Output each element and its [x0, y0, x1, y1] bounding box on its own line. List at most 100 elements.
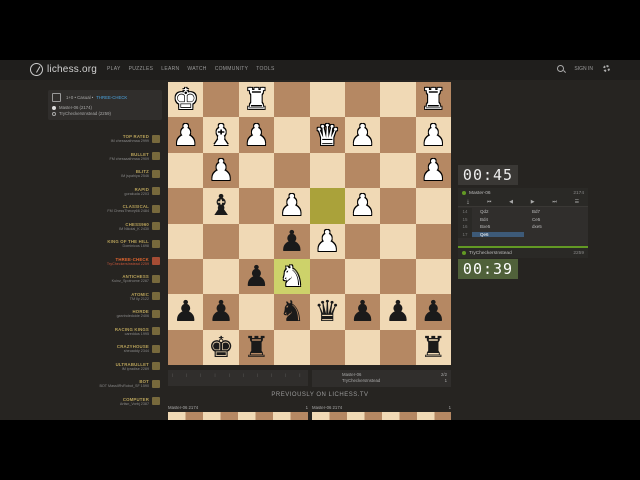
square-f2[interactable]: ♟	[344, 294, 381, 330]
white-pawn-icon[interactable]: ♟	[243, 120, 269, 150]
square-h1[interactable]: ♜	[415, 329, 451, 365]
black-move[interactable]: Bd7	[524, 209, 576, 214]
white-move[interactable]: Bd4	[472, 217, 524, 222]
tv-game-2-header[interactable]: Master-06 2174 1	[312, 405, 451, 410]
channel-racing-kings[interactable]: RACING KINGS careddus 1995	[86, 323, 160, 341]
square-h3[interactable]	[415, 258, 451, 295]
black-pawn-icon[interactable]: ♟	[243, 262, 269, 291]
white-pawn-icon[interactable]: ♟	[279, 191, 305, 220]
black-player-info[interactable]: TryCheckersInstead (2259)	[52, 111, 158, 116]
square-h5[interactable]	[415, 188, 451, 224]
square-h7[interactable]: ♟	[415, 117, 451, 153]
white-knight-icon[interactable]: ♞	[279, 262, 305, 291]
square-d3[interactable]: ♞	[274, 258, 310, 295]
channel-blitz[interactable]: BLITZ IM jspahiya 2546	[86, 165, 160, 183]
square-e1[interactable]	[309, 329, 345, 365]
square-a3[interactable]	[168, 258, 204, 295]
square-c1[interactable]: ♜	[238, 329, 275, 365]
white-pawn-icon[interactable]: ♟	[314, 226, 340, 256]
white-rook-icon[interactable]: ♜	[243, 85, 269, 114]
chess-board[interactable]: ♚ ♜ ♜ ♟ ♝ ♟ ♛ ♟ ♟ ♟ ♟ ♝ ♟ ♟ ♟ ♟ ♟ ♞ ♟ ♟ ♞ ♛ ♟ ♟ ♟ ♚ ♜ ♜	[168, 82, 451, 365]
nav-watch[interactable]: WATCH	[187, 66, 206, 72]
white-move[interactable]: Qe6	[472, 231, 524, 237]
white-pawn-icon[interactable]: ♟	[173, 120, 199, 150]
square-e7[interactable]: ♛	[309, 117, 345, 153]
square-b5[interactable]: ♝	[203, 188, 239, 224]
square-f8[interactable]	[344, 82, 381, 118]
square-e2[interactable]: ♛	[309, 294, 345, 330]
black-pawn-icon[interactable]: ♟	[350, 297, 376, 326]
square-d2[interactable]: ♞	[274, 294, 310, 330]
white-pawn-icon[interactable]: ♟	[420, 155, 446, 185]
white-pawn-icon[interactable]: ♟	[350, 191, 376, 220]
nav-learn[interactable]: LEARN	[161, 66, 179, 72]
next-move-icon[interactable]: ▶	[531, 199, 535, 205]
square-b3[interactable]	[203, 258, 239, 295]
square-c2[interactable]	[238, 294, 275, 330]
tv-board-1[interactable]	[168, 412, 308, 420]
square-f7[interactable]: ♟	[344, 117, 381, 153]
channel-atomic[interactable]: ATOMIC TM Ily 2122	[86, 288, 160, 306]
square-c7[interactable]: ♟	[238, 117, 275, 153]
channel-antichess[interactable]: ANTICHESS Kuinz_Spotnome 2287	[86, 270, 160, 288]
white-pawn-icon[interactable]: ♟	[208, 155, 234, 185]
square-a2[interactable]: ♟	[168, 294, 204, 330]
square-d1[interactable]	[274, 329, 310, 365]
square-d5[interactable]: ♟	[274, 188, 310, 224]
white-bishop-icon[interactable]: ♝	[208, 120, 234, 150]
variant-link[interactable]: THREE-CHECK	[96, 95, 127, 100]
square-b4[interactable]	[203, 223, 239, 259]
square-b6[interactable]: ♟	[203, 152, 239, 189]
square-g7[interactable]	[380, 117, 416, 153]
prev-move-icon[interactable]: ◀	[509, 199, 513, 205]
square-a5[interactable]	[168, 188, 204, 224]
channel-ultrabullet[interactable]: ULTRABULLET IM ipradise 2289	[86, 358, 160, 376]
square-f5[interactable]: ♟	[344, 188, 381, 224]
channel-rapid[interactable]: RAPID gorakuda 2203	[86, 183, 160, 201]
square-d7[interactable]	[274, 117, 310, 153]
black-pawn-icon[interactable]: ♟	[208, 297, 234, 326]
square-g8[interactable]	[380, 82, 416, 118]
mini-game-panel[interactable]: Master-06 2/2 TryCheckersInstead 1	[312, 370, 451, 387]
white-player-info[interactable]: Master-06 (2174)	[52, 105, 158, 110]
square-c5[interactable]	[238, 188, 275, 224]
black-pawn-icon[interactable]: ♟	[279, 226, 305, 256]
channel-chess960[interactable]: CHESS960 IM Nikolai_K 2430	[86, 218, 160, 236]
tv-board-2[interactable]	[312, 412, 451, 420]
search-icon[interactable]	[557, 65, 565, 72]
bottom-player-bar[interactable]: TryCheckersInstead 2259	[458, 248, 588, 258]
nav-tools[interactable]: TOOLS	[256, 66, 274, 72]
menu-icon[interactable]: ☰	[575, 199, 579, 205]
square-e4[interactable]: ♟	[309, 223, 345, 259]
nav-community[interactable]: COMMUNITY	[215, 66, 249, 72]
square-g3[interactable]	[380, 258, 416, 295]
first-move-icon[interactable]: ⏮	[487, 199, 492, 205]
black-bishop-icon[interactable]: ♝	[208, 191, 234, 220]
white-move[interactable]: Qd2	[472, 209, 524, 214]
square-a4[interactable]	[168, 223, 204, 259]
white-queen-icon[interactable]: ♛	[314, 120, 340, 150]
black-rook-icon[interactable]: ♜	[243, 332, 269, 362]
white-pawn-icon[interactable]: ♟	[420, 120, 446, 150]
channel-three-check[interactable]: THREE-CHECK TryCheckersInstead 2259	[86, 253, 160, 271]
square-f6[interactable]	[344, 152, 381, 189]
black-pawn-icon[interactable]: ♟	[173, 297, 199, 326]
square-a1[interactable]	[168, 329, 204, 365]
square-h6[interactable]: ♟	[415, 152, 451, 189]
channel-crazyhouse[interactable]: CRAZYHOUSE sheuaddy 2344	[86, 340, 160, 358]
square-b7[interactable]: ♝	[203, 117, 239, 153]
square-a6[interactable]	[168, 152, 204, 189]
square-g1[interactable]	[380, 329, 416, 365]
black-pawn-icon[interactable]: ♟	[385, 297, 411, 326]
square-f3[interactable]	[344, 258, 381, 295]
square-c3[interactable]: ♟	[238, 258, 275, 295]
last-move-icon[interactable]: ⏭	[552, 199, 557, 205]
square-d4[interactable]: ♟	[274, 223, 310, 259]
square-g5[interactable]	[380, 188, 416, 224]
channel-classical[interactable]: CLASSICAL FM ChessTheory66 2484	[86, 200, 160, 218]
square-a7[interactable]: ♟	[168, 117, 204, 153]
black-king-icon[interactable]: ♚	[208, 332, 234, 362]
square-d6[interactable]	[274, 152, 310, 189]
nav-play[interactable]: PLAY	[107, 66, 121, 72]
gear-icon[interactable]	[603, 65, 610, 72]
